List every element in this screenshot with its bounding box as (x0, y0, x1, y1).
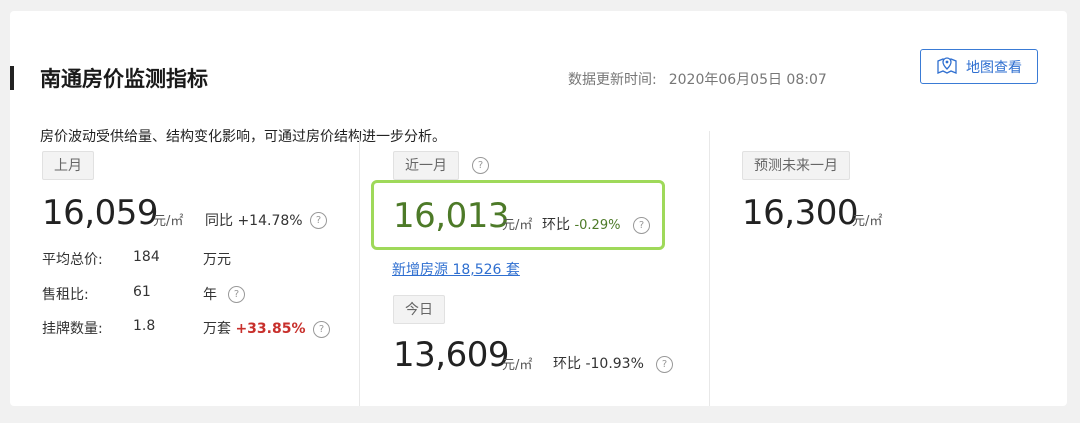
tag-today: 今日 (393, 295, 445, 324)
listings-unit-change: 万套 +33.85% (203, 318, 306, 338)
today-price: 13,609 (393, 335, 509, 375)
last-month-price: 16,059 (42, 193, 158, 233)
help-icon-listings[interactable]: ? (313, 321, 330, 338)
map-view-button[interactable]: 地图查看 (920, 49, 1038, 84)
tag-forecast: 预测未来一月 (742, 151, 850, 180)
today-unit: 元/㎡ (502, 358, 533, 373)
title-accent-bar (10, 66, 14, 90)
help-icon-recent-month[interactable]: ? (472, 157, 489, 174)
listings-unit: 万套 (203, 321, 231, 337)
update-time: 数据更新时间: 2020年06月05日 08:07 (568, 69, 827, 89)
update-time-value: 2020年06月05日 08:07 (668, 72, 827, 88)
rent-ratio-label: 售租比: (42, 287, 89, 303)
yoy-label: 同比 (205, 213, 233, 229)
listings-label: 挂牌数量: (42, 321, 103, 337)
page-title: 南通房价监测指标 (40, 67, 208, 91)
mom-label: 环比 (542, 217, 570, 233)
rent-ratio-unit: 年 (203, 287, 217, 303)
help-icon-recent-mom[interactable]: ? (633, 217, 650, 234)
help-icon-today[interactable]: ? (656, 356, 673, 373)
update-time-label: 数据更新时间: (568, 72, 657, 88)
help-icon-rent-ratio[interactable]: ? (228, 286, 245, 303)
avg-total-value: 184 (133, 249, 160, 265)
help-icon-yoy[interactable]: ? (310, 212, 327, 229)
column-divider-1 (359, 131, 360, 406)
recent-month-price: 16,013 (393, 196, 509, 236)
new-listings-link[interactable]: 新增房源 18,526 套 (392, 259, 520, 279)
last-month-unit: 元/㎡ (153, 214, 184, 229)
column-divider-2 (709, 131, 710, 406)
recent-month-unit: 元/㎡ (502, 218, 533, 233)
listings-value: 1.8 (133, 318, 156, 334)
avg-total-unit: 万元 (203, 252, 231, 268)
tag-recent-month: 近一月 (393, 151, 459, 180)
avg-total-label: 平均总价: (42, 252, 103, 268)
today-mom-value: -10.93% (585, 356, 644, 372)
last-month-yoy: 同比 +14.78% (205, 210, 303, 230)
today-mom: 环比 -10.93% (553, 353, 644, 373)
yoy-value: +14.78% (237, 213, 303, 229)
map-pin-icon (936, 55, 958, 79)
forecast-price: 16,300 (742, 193, 858, 233)
map-view-label: 地图查看 (966, 59, 1022, 76)
rent-ratio-value: 61 (133, 284, 151, 300)
mom-value: -0.29% (574, 218, 621, 233)
price-monitor-card: 南通房价监测指标 数据更新时间: 2020年06月05日 08:07 地图查看 房… (10, 11, 1067, 406)
today-mom-label: 环比 (553, 356, 581, 372)
forecast-unit: 元/㎡ (852, 214, 883, 229)
listings-change: +33.85% (235, 321, 306, 337)
recent-month-mom: 环比 -0.29% (542, 214, 620, 234)
description-text: 房价波动受供给量、结构变化影响，可通过房价结构进一步分析。 (40, 129, 446, 145)
tag-last-month: 上月 (42, 151, 94, 180)
